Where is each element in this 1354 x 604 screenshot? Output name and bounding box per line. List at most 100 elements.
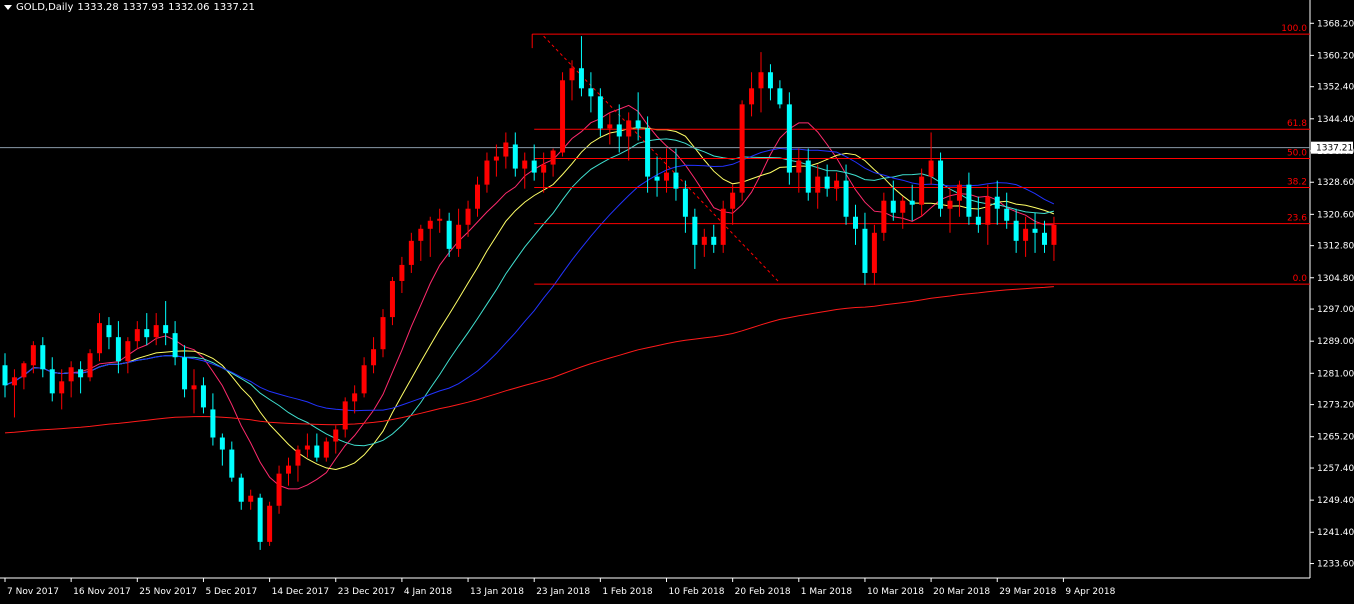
candle-body bbox=[1013, 220, 1019, 241]
candle-body bbox=[134, 329, 140, 342]
price-tick-label: 1289.00 bbox=[1317, 337, 1354, 347]
candle-body bbox=[862, 228, 868, 273]
candle-body bbox=[172, 333, 178, 358]
candle-body bbox=[503, 142, 509, 157]
price-tick-label: 1352.40 bbox=[1317, 83, 1354, 93]
candle-body bbox=[673, 172, 679, 189]
candle-body bbox=[97, 323, 102, 354]
candle-body bbox=[824, 176, 830, 189]
candle-body bbox=[465, 208, 471, 225]
time-tick-label: 10 Feb 2018 bbox=[669, 587, 725, 597]
candle-body bbox=[890, 200, 896, 213]
candle-body bbox=[578, 68, 584, 89]
time-tick-label: 4 Jan 2018 bbox=[404, 587, 452, 597]
ma-fast-line bbox=[4, 104, 1054, 490]
candle-body bbox=[805, 160, 811, 193]
candle-body bbox=[815, 176, 821, 193]
candle-body bbox=[30, 345, 36, 366]
candle-body bbox=[399, 264, 405, 281]
time-tick-label: 7 Nov 2017 bbox=[7, 587, 59, 597]
candle-body bbox=[749, 88, 755, 105]
candle-body bbox=[909, 200, 915, 205]
candle-body bbox=[550, 150, 556, 165]
candle-body bbox=[352, 393, 358, 402]
price-tick-label: 1233.60 bbox=[1317, 560, 1354, 570]
candle-body bbox=[853, 216, 858, 229]
price-tick-label: 1297.00 bbox=[1317, 305, 1354, 315]
ma-200-line bbox=[4, 286, 1054, 434]
candle-body bbox=[966, 184, 972, 217]
candle-body bbox=[276, 473, 282, 506]
price-tick-label: 1304.80 bbox=[1317, 274, 1354, 284]
candle-body bbox=[59, 381, 65, 394]
price-chart[interactable]: 100.0 61.8 50.0 38.2 23.6 0.0 1368.20 1360.20 1… bbox=[0, 0, 1354, 604]
candle-body bbox=[522, 160, 528, 169]
price-axis: 1368.201360.201352.401344.401336.401328.… bbox=[1310, 19, 1354, 570]
candle-body bbox=[106, 325, 112, 338]
candle-body bbox=[361, 365, 367, 394]
candle-body bbox=[626, 120, 632, 137]
candle-body bbox=[11, 377, 17, 386]
candle-body bbox=[938, 160, 944, 209]
fib-level-label: 100.0 bbox=[1281, 24, 1307, 34]
time-tick-label: 9 Apr 2018 bbox=[1065, 587, 1115, 597]
candle-body bbox=[730, 192, 736, 209]
time-tick-label: 25 Nov 2017 bbox=[139, 587, 197, 597]
candle-body bbox=[871, 232, 877, 273]
candle-body bbox=[692, 216, 698, 245]
candle-body bbox=[834, 180, 840, 189]
candle-body bbox=[843, 180, 849, 217]
candle-body bbox=[560, 80, 566, 153]
candle-body bbox=[956, 184, 962, 201]
candle-body bbox=[1004, 208, 1010, 221]
candle-body bbox=[493, 156, 499, 161]
candle-body bbox=[900, 200, 906, 213]
candle-body bbox=[49, 369, 55, 394]
fibonacci-retracement: 100.0 61.8 50.0 38.2 23.6 0.0 bbox=[0, 24, 1310, 285]
ma-cyan-line bbox=[4, 138, 1055, 447]
candle-body bbox=[153, 325, 159, 338]
candle-body bbox=[286, 465, 291, 474]
candle-body bbox=[40, 345, 46, 370]
candle-body bbox=[371, 349, 377, 366]
candle-body bbox=[68, 367, 74, 382]
candle-body bbox=[994, 196, 1000, 209]
candle-body bbox=[635, 120, 641, 129]
price-tick-label: 1344.40 bbox=[1317, 115, 1354, 125]
candle-body bbox=[427, 220, 433, 229]
fib-level-label: 50.0 bbox=[1287, 149, 1307, 159]
price-tick-label: 1241.40 bbox=[1317, 528, 1354, 538]
candle-body bbox=[191, 385, 197, 390]
candle-body bbox=[389, 280, 395, 318]
candle-body bbox=[219, 437, 225, 450]
price-tick-label: 1368.20 bbox=[1317, 19, 1354, 29]
candle-body bbox=[512, 144, 518, 169]
candle-body bbox=[182, 357, 188, 390]
candle-body bbox=[144, 329, 150, 338]
candle-body bbox=[304, 445, 310, 450]
candle-body bbox=[767, 72, 773, 89]
candle-body bbox=[314, 445, 320, 458]
time-tick-label: 20 Mar 2018 bbox=[933, 587, 990, 597]
candle-body bbox=[739, 104, 745, 193]
candle-body bbox=[257, 497, 263, 542]
fib-level-label: 0.0 bbox=[1293, 274, 1308, 284]
candle-body bbox=[87, 353, 93, 378]
fib-level-label: 23.6 bbox=[1287, 214, 1307, 224]
candle-body bbox=[200, 385, 206, 408]
candle-body bbox=[1051, 224, 1057, 245]
candle-body bbox=[248, 495, 254, 502]
candle-body bbox=[654, 176, 660, 181]
candle-body bbox=[21, 363, 27, 378]
candle-body bbox=[701, 236, 707, 245]
candle-body bbox=[569, 68, 575, 81]
candle-body bbox=[437, 218, 443, 221]
candle-body bbox=[342, 401, 348, 430]
candle-body bbox=[919, 176, 925, 205]
candle-body bbox=[616, 124, 622, 137]
price-tick-label: 1281.00 bbox=[1317, 369, 1354, 379]
candle-body bbox=[125, 341, 131, 362]
candle-body bbox=[456, 224, 462, 249]
candle-body bbox=[1023, 228, 1029, 241]
time-tick-label: 1 Feb 2018 bbox=[602, 587, 653, 597]
